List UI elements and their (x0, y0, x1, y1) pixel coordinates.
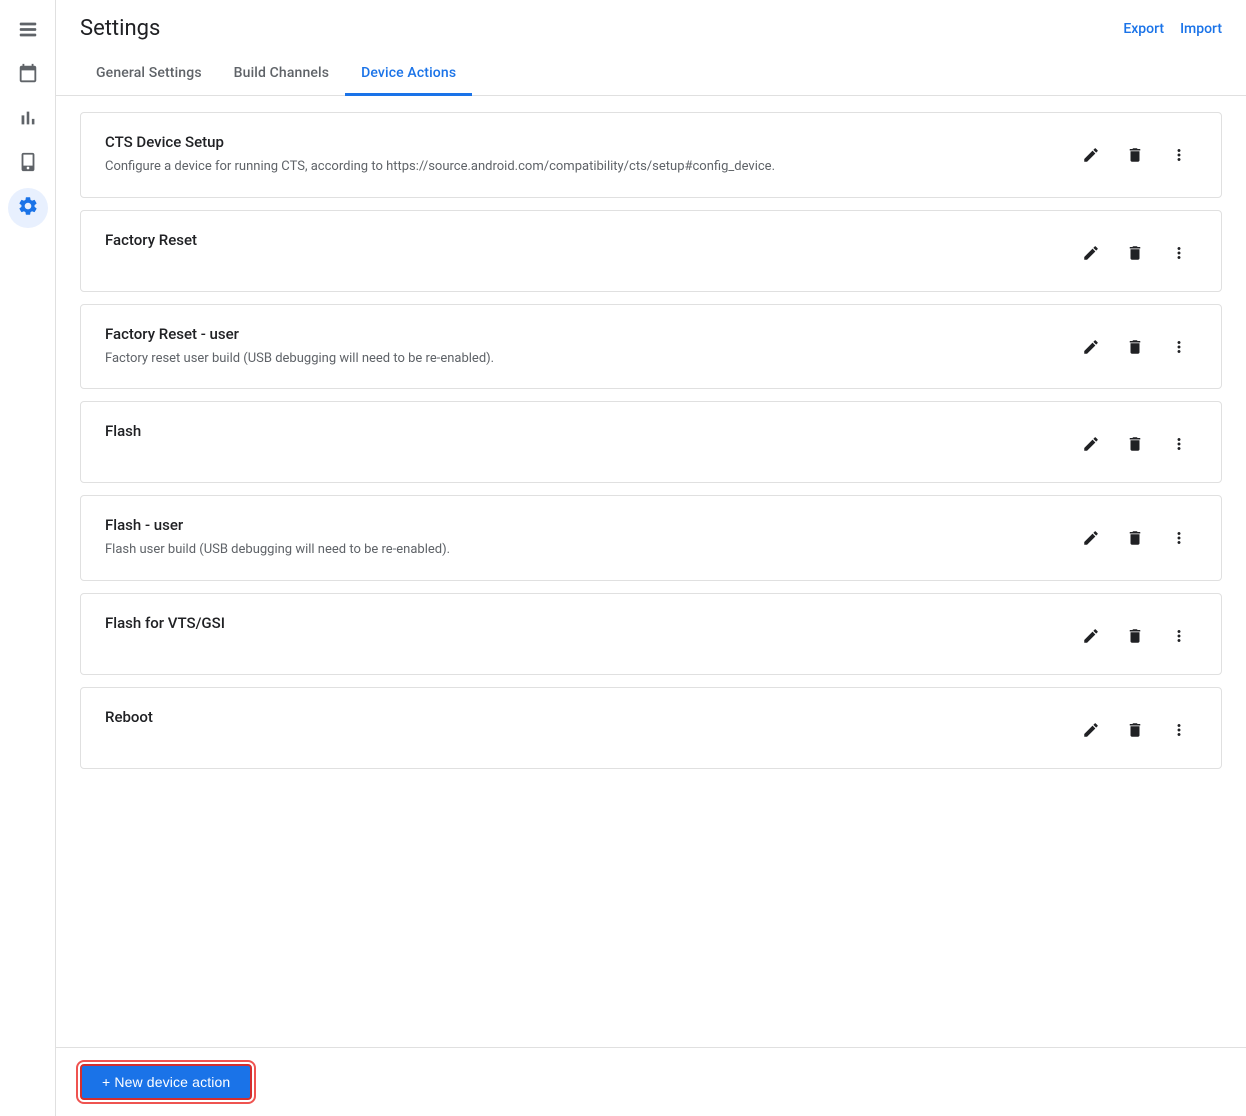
tab-device-actions[interactable]: Device Actions (345, 53, 472, 96)
sidebar-item-list[interactable] (8, 12, 48, 52)
edit-button[interactable] (1073, 520, 1109, 556)
action-card-content: Flash (105, 422, 1057, 446)
more-options-button[interactable] (1161, 712, 1197, 748)
action-card-content: Factory Reset - user Factory reset user b… (105, 325, 1057, 369)
sidebar-item-bar-chart[interactable] (8, 100, 48, 140)
action-card-buttons (1073, 325, 1197, 365)
action-card-reboot: Reboot (80, 687, 1222, 769)
list-icon (17, 19, 39, 46)
action-card-title: CTS Device Setup (105, 133, 1057, 151)
action-card-buttons (1073, 516, 1197, 556)
more-options-button[interactable] (1161, 329, 1197, 365)
more-options-button[interactable] (1161, 618, 1197, 654)
device-actions-list: CTS Device Setup Configure a device for r… (56, 96, 1246, 1047)
page-title: Settings (80, 16, 160, 41)
action-card-cts-device-setup: CTS Device Setup Configure a device for r… (80, 112, 1222, 198)
delete-button[interactable] (1117, 618, 1153, 654)
action-card-description: Flash user build (USB debugging will nee… (105, 540, 1057, 560)
action-card-content: Flash for VTS/GSI (105, 614, 1057, 638)
edit-button[interactable] (1073, 618, 1109, 654)
import-link[interactable]: Import (1180, 21, 1222, 37)
delete-button[interactable] (1117, 329, 1153, 365)
edit-button[interactable] (1073, 426, 1109, 462)
more-options-button[interactable] (1161, 137, 1197, 173)
edit-button[interactable] (1073, 712, 1109, 748)
sidebar (0, 0, 56, 1116)
bottom-bar: + New device action (56, 1047, 1246, 1116)
more-options-button[interactable] (1161, 426, 1197, 462)
sidebar-item-calendar[interactable] (8, 56, 48, 96)
action-card-factory-reset: Factory Reset (80, 210, 1222, 292)
action-card-flash: Flash (80, 401, 1222, 483)
delete-button[interactable] (1117, 235, 1153, 271)
action-card-content: Factory Reset (105, 231, 1057, 255)
tab-general-settings[interactable]: General Settings (80, 53, 218, 96)
action-card-title: Factory Reset - user (105, 325, 1057, 343)
action-card-buttons (1073, 422, 1197, 462)
sidebar-item-gear[interactable] (8, 188, 48, 228)
page-header: Settings Export Import (56, 0, 1246, 41)
phone-icon (17, 151, 39, 178)
delete-button[interactable] (1117, 426, 1153, 462)
action-card-description: Factory reset user build (USB debugging … (105, 349, 1057, 369)
action-card-content: Reboot (105, 708, 1057, 732)
action-card-title: Factory Reset (105, 231, 1057, 249)
delete-button[interactable] (1117, 712, 1153, 748)
header-actions: Export Import (1123, 21, 1222, 37)
action-card-buttons (1073, 133, 1197, 173)
gear-icon (17, 195, 39, 222)
action-card-title: Flash for VTS/GSI (105, 614, 1057, 632)
more-options-button[interactable] (1161, 235, 1197, 271)
tabs-bar: General Settings Build Channels Device A… (56, 53, 1246, 96)
delete-button[interactable] (1117, 520, 1153, 556)
action-card-buttons (1073, 708, 1197, 748)
action-card-content: CTS Device Setup Configure a device for r… (105, 133, 1057, 177)
export-link[interactable]: Export (1123, 21, 1164, 37)
action-card-flash-vts-gsi: Flash for VTS/GSI (80, 593, 1222, 675)
action-card-title: Flash (105, 422, 1057, 440)
action-card-content: Flash - user Flash user build (USB debugg… (105, 516, 1057, 560)
tab-build-channels[interactable]: Build Channels (218, 53, 345, 96)
main-content: Settings Export Import General Settings … (56, 0, 1246, 1116)
delete-button[interactable] (1117, 137, 1153, 173)
action-card-buttons (1073, 614, 1197, 654)
edit-button[interactable] (1073, 137, 1109, 173)
action-card-buttons (1073, 231, 1197, 271)
edit-button[interactable] (1073, 329, 1109, 365)
calendar-icon (17, 63, 39, 90)
action-card-factory-reset-user: Factory Reset - user Factory reset user b… (80, 304, 1222, 390)
action-card-title: Flash - user (105, 516, 1057, 534)
more-options-button[interactable] (1161, 520, 1197, 556)
action-card-title: Reboot (105, 708, 1057, 726)
bar-chart-icon (17, 107, 39, 134)
action-card-description: Configure a device for running CTS, acco… (105, 157, 1057, 177)
sidebar-item-phone[interactable] (8, 144, 48, 184)
new-device-action-button[interactable]: + New device action (80, 1064, 252, 1100)
action-card-flash-user: Flash - user Flash user build (USB debugg… (80, 495, 1222, 581)
edit-button[interactable] (1073, 235, 1109, 271)
